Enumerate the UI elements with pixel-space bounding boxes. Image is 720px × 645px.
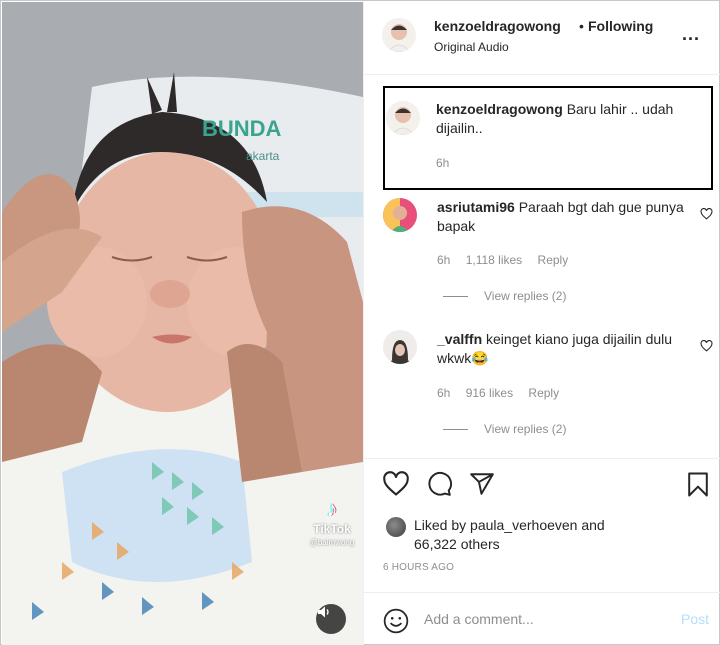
tiktok-logo-icon: ♪ [326, 496, 338, 521]
view-replies-label: View replies (2) [484, 289, 567, 303]
tiktok-watermark-user: @baimwong [309, 538, 355, 547]
share-send-icon[interactable] [469, 471, 495, 497]
header-separator: • [579, 18, 584, 34]
comment-text: asriutami96 Paraah bgt dah gue punya bap… [437, 198, 692, 236]
commenter-avatar[interactable] [383, 198, 417, 232]
post-actions: Liked by paula_verhoeven and 66,322 othe… [364, 458, 720, 593]
user-photo-icon [383, 330, 417, 364]
caption-meta: 6h [436, 156, 461, 170]
video-frame-illustration: BUNDA akarta [2, 2, 363, 645]
view-replies-button[interactable]: View replies (2) [443, 289, 566, 303]
post-timestamp[interactable]: 6 HOURS AGO [383, 562, 454, 573]
comment-meta: 6h 1,118 likes Reply [437, 253, 580, 267]
speaker-icon [318, 606, 329, 618]
likes-summary: Liked by paula_verhoeven and 66,322 othe… [414, 516, 605, 554]
video-player[interactable]: BUNDA akarta ♪ TikTok @baimwong [2, 2, 363, 645]
audio-link[interactable]: Original Audio [434, 40, 509, 54]
tiktok-watermark: ♪ TikTok @baimwong [300, 496, 363, 548]
likes-others[interactable]: 66,322 others [414, 536, 500, 552]
post-header: kenzoeldragowong • Following Original Au… [364, 2, 720, 75]
comment-likes[interactable]: 1,118 likes [466, 253, 522, 267]
liker-username[interactable]: paula_verhoeven [470, 517, 577, 533]
comment-time[interactable]: 6h [437, 253, 450, 267]
comment-time[interactable]: 6h [437, 386, 450, 400]
comment-reply-button[interactable]: Reply [538, 253, 569, 267]
caption-highlight: kenzoeldragowong Baru lahir .. udah dija… [383, 86, 713, 190]
commenter-avatar[interactable] [383, 330, 417, 364]
comment-text: _valffn keinget kiano juga dijailin dulu… [437, 330, 692, 368]
comment-meta: 6h 916 likes Reply [437, 386, 571, 400]
blanket-subtext: akarta [246, 149, 280, 163]
caption-avatar[interactable] [386, 101, 420, 135]
baby-avatar-icon [382, 18, 416, 52]
caption-username[interactable]: kenzoeldragowong [436, 101, 563, 117]
comment-reply-button[interactable]: Reply [528, 386, 559, 400]
sound-toggle-button[interactable] [316, 604, 346, 634]
comment-like-heart-icon[interactable] [700, 208, 713, 220]
caption-time[interactable]: 6h [436, 156, 449, 170]
emoji-icon[interactable] [383, 608, 409, 634]
comments-list[interactable]: kenzoeldragowong Baru lahir .. udah dija… [364, 76, 720, 458]
post-comment-button[interactable]: Post [681, 611, 709, 627]
caption-text: kenzoeldragowong Baru lahir .. udah dija… [436, 100, 706, 138]
replies-divider [443, 295, 468, 297]
post-sidebar: kenzoeldragowong • Following Original Au… [363, 2, 720, 645]
likes-connector: and [581, 517, 605, 533]
user-photo-icon [383, 198, 417, 232]
replies-divider [443, 428, 468, 430]
tiktok-watermark-label: TikTok [313, 522, 351, 536]
add-comment-bar: Post [364, 594, 720, 645]
liker-avatar[interactable] [386, 517, 406, 537]
baby-avatar-icon [386, 101, 420, 135]
comment-username[interactable]: asriutami96 [437, 199, 515, 215]
following-button[interactable]: Following [588, 18, 653, 34]
comment-likes[interactable]: 916 likes [466, 386, 513, 400]
comment-username[interactable]: _valffn [437, 331, 482, 347]
comment-bubble-icon[interactable] [426, 471, 453, 497]
more-options-icon[interactable]: ... [682, 24, 700, 45]
likes-prefix: Liked by [414, 517, 467, 533]
blanket-text: BUNDA [202, 116, 282, 141]
comment-like-heart-icon[interactable] [700, 340, 713, 352]
author-avatar[interactable] [382, 18, 416, 52]
save-bookmark-icon[interactable] [687, 471, 709, 498]
post-frame: BUNDA akarta ♪ TikTok @baimwong kenzoeld… [0, 0, 720, 645]
author-username[interactable]: kenzoeldragowong [434, 18, 561, 34]
like-heart-icon[interactable] [382, 471, 410, 497]
view-replies-button[interactable]: View replies (2) [443, 422, 566, 436]
comment-input[interactable] [424, 608, 664, 630]
view-replies-label: View replies (2) [484, 422, 567, 436]
